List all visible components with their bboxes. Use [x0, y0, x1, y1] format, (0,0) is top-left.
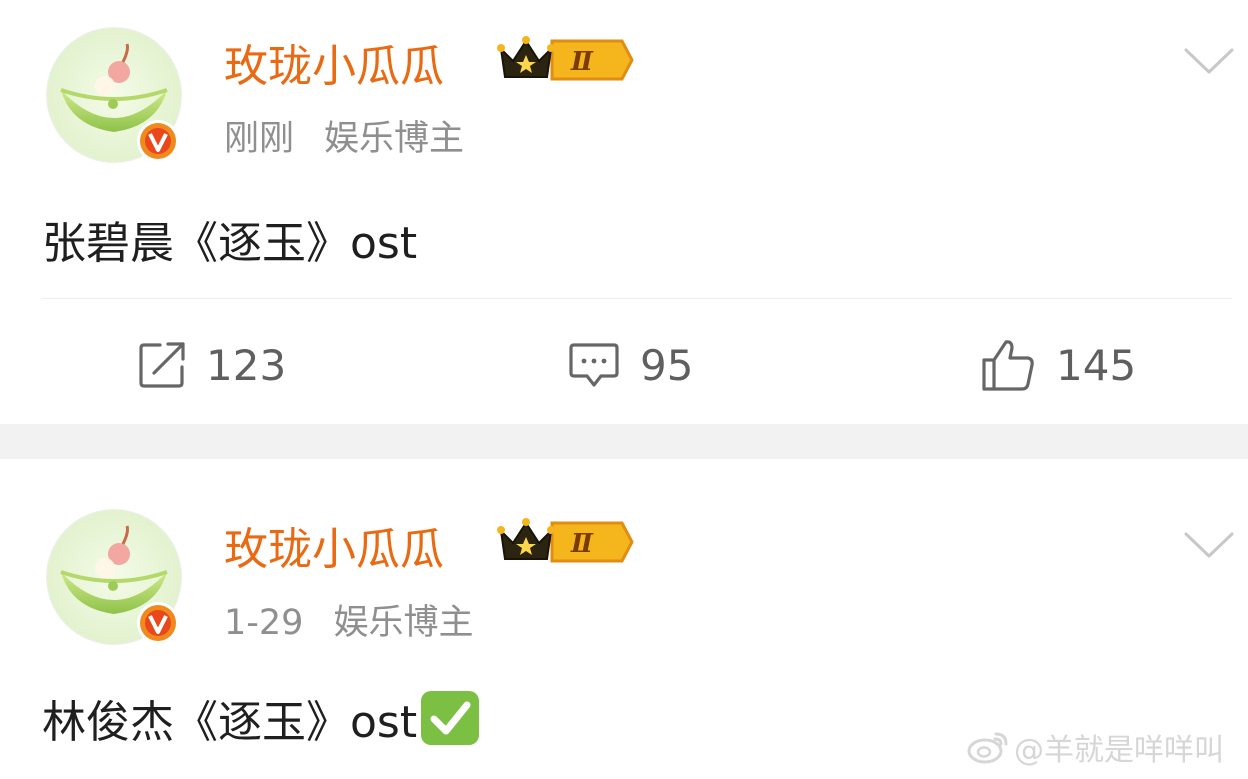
post-content[interactable]: 林俊杰《逐玉》ost — [42, 686, 481, 750]
like-icon — [982, 340, 1034, 391]
watermark: @羊就是咩咩叫 — [966, 727, 1224, 768]
username[interactable]: 玫珑小瓜瓜 — [224, 513, 444, 577]
chevron-down-icon[interactable] — [1183, 530, 1235, 560]
check-mark-emoji — [421, 691, 480, 745]
comment-count: 95 — [640, 340, 694, 390]
avatar[interactable] — [46, 509, 182, 645]
repost-count: 123 — [206, 340, 287, 390]
chevron-down-icon[interactable] — [1183, 46, 1235, 76]
post-meta: 1-29 娱乐博主 — [224, 594, 473, 645]
post-card[interactable]: 玫珑小瓜瓜 Ⅱ 刚刚 娱乐博主 张碧晨《逐玉》ost 123 95 145 — [0, 0, 1248, 424]
post-content[interactable]: 张碧晨《逐玉》ost — [42, 207, 417, 271]
user-tag: 娱乐博主 — [333, 603, 474, 643]
feed-separator — [0, 424, 1248, 459]
post-time: 刚刚 — [224, 119, 295, 159]
crown-vip-icon[interactable]: Ⅱ — [496, 517, 634, 567]
like-button[interactable]: 145 — [980, 335, 1136, 395]
vip-level-label: Ⅱ — [570, 47, 594, 77]
watermark-text: @羊就是咩咩叫 — [1014, 733, 1224, 768]
post-content-text: 林俊杰《逐玉》ost — [42, 697, 418, 748]
comment-button[interactable]: 95 — [568, 335, 693, 395]
verified-v-icon — [137, 602, 179, 644]
weibo-logo-icon — [967, 732, 1008, 764]
comment-icon — [569, 343, 619, 387]
post-time: 1-29 — [224, 603, 304, 643]
user-tag: 娱乐博主 — [324, 119, 465, 159]
vip-level-label: Ⅱ — [570, 529, 594, 559]
repost-icon — [139, 342, 185, 388]
crown-vip-icon[interactable]: Ⅱ — [496, 35, 634, 85]
verified-v-icon — [137, 120, 179, 162]
divider — [42, 298, 1232, 299]
repost-button[interactable]: 123 — [138, 335, 286, 395]
username[interactable]: 玫珑小瓜瓜 — [224, 30, 444, 94]
avatar[interactable] — [46, 27, 182, 163]
like-count: 145 — [1056, 340, 1137, 390]
post-meta: 刚刚 娱乐博主 — [224, 110, 464, 161]
